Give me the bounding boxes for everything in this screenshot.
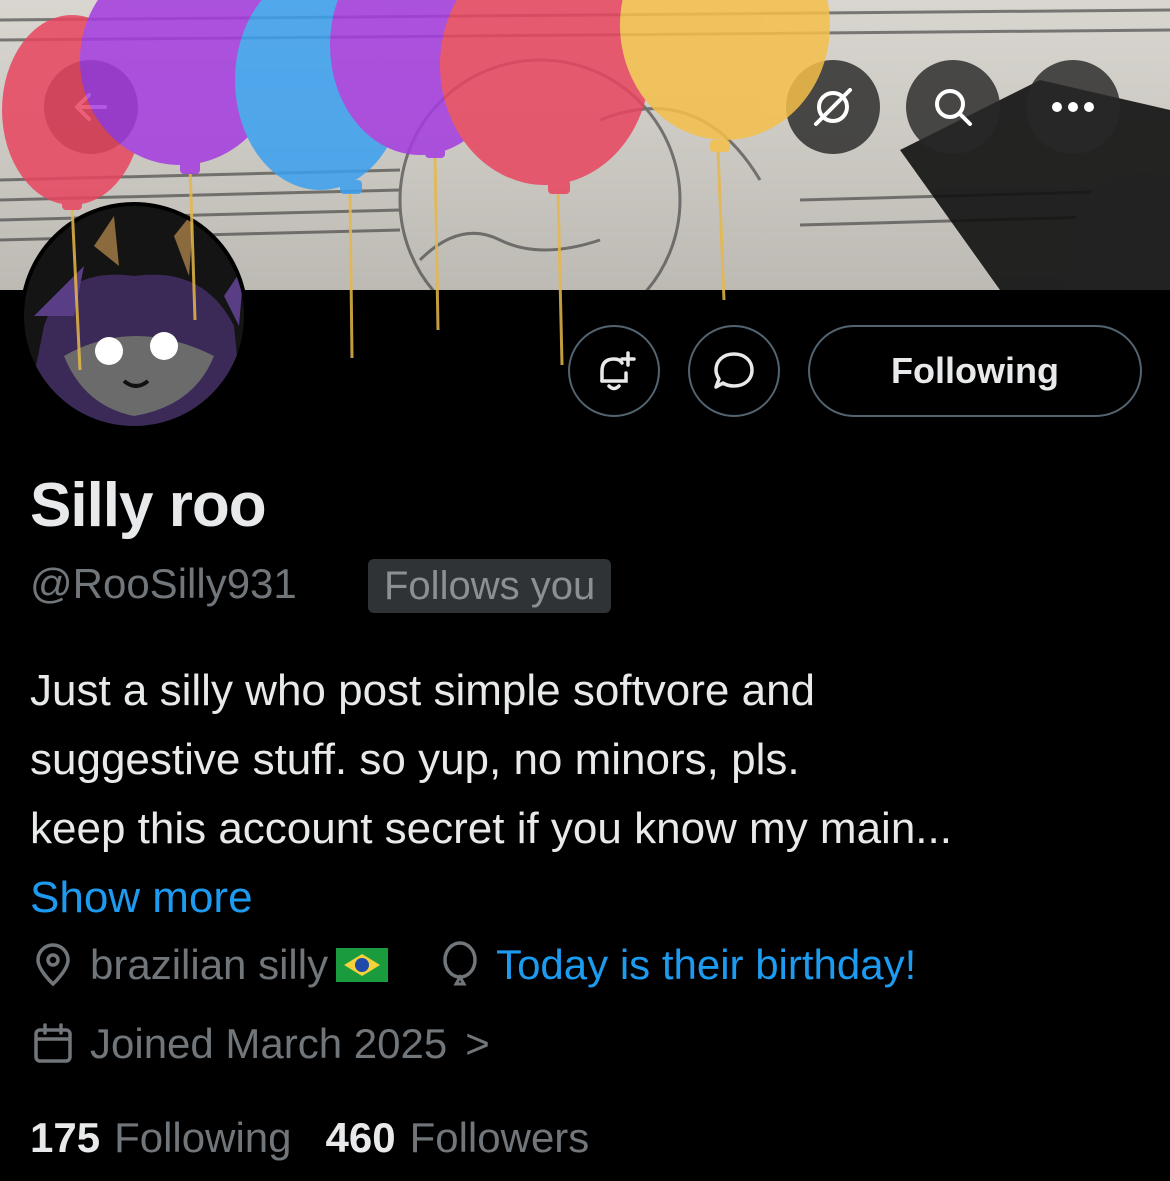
back-arrow-icon xyxy=(75,93,107,121)
bell-plus-icon xyxy=(600,351,636,391)
meta-row-joined[interactable]: Joined March 2025 > xyxy=(30,1020,490,1068)
more-dots-icon xyxy=(1052,102,1094,112)
balloon-icon xyxy=(443,941,477,986)
show-more-link[interactable]: Show more xyxy=(30,873,253,922)
search-button[interactable] xyxy=(906,60,1000,154)
back-button[interactable] xyxy=(44,60,138,154)
handle: @RooSilly931 xyxy=(30,560,297,607)
following-stat[interactable]: 175 Following xyxy=(30,1114,292,1162)
more-button[interactable] xyxy=(1026,60,1120,154)
grok-button[interactable] xyxy=(786,60,880,154)
brazil-flag-icon xyxy=(336,948,389,982)
follow-stats: 175 Following 460 Followers xyxy=(30,1114,623,1162)
birthday-text: Today is their birthday! xyxy=(496,941,917,988)
followers-count: 460 xyxy=(325,1114,396,1161)
bio-line: suggestive stuff. so yup, no minors, pls… xyxy=(30,735,800,784)
display-name: Silly roo xyxy=(30,471,267,540)
avatar[interactable] xyxy=(20,202,248,430)
following-button[interactable]: Following xyxy=(808,325,1142,417)
bio-line: keep this account secret if you know my … xyxy=(30,804,952,853)
bio-line: Just a silly who post simple softvore an… xyxy=(30,666,816,715)
location-pin-icon xyxy=(36,943,70,987)
notify-button[interactable] xyxy=(568,325,660,417)
followers-label: Followers xyxy=(409,1114,590,1161)
avatar-image xyxy=(24,206,244,426)
message-bubble-icon xyxy=(714,352,754,389)
location-text: brazilian silly xyxy=(90,941,329,988)
meta-row-location: brazilian silly Today is their birthday! xyxy=(30,940,916,990)
follows-you-badge: Follows you xyxy=(368,559,612,613)
joined-text: Joined March 2025 xyxy=(90,1020,448,1067)
search-icon xyxy=(935,89,972,126)
followers-stat[interactable]: 460 Followers xyxy=(326,1114,590,1162)
following-label: Following xyxy=(114,1114,292,1161)
message-button[interactable] xyxy=(688,325,780,417)
chevron-right-icon: > xyxy=(465,1020,490,1067)
calendar-icon xyxy=(34,1023,72,1063)
bio: Just a silly who post simple softvore an… xyxy=(30,656,1140,932)
slash-circle-icon xyxy=(814,88,852,126)
following-count: 175 xyxy=(30,1114,101,1161)
